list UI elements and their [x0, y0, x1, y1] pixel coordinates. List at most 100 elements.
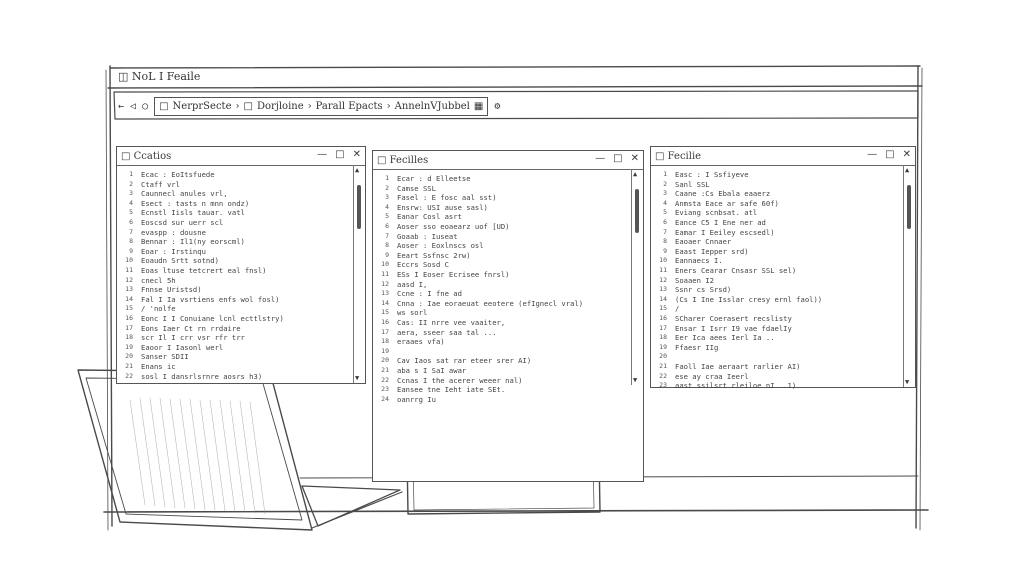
folder-icon: □: [243, 100, 253, 112]
line-number: 4: [385, 202, 389, 211]
maximize-icon[interactable]: □: [613, 153, 622, 164]
code-line: cnecl 5h: [141, 275, 176, 285]
line-number: 20: [659, 352, 667, 361]
line-number: 9: [663, 246, 667, 255]
maximize-icon[interactable]: □: [885, 149, 894, 160]
line-number: 10: [381, 260, 389, 269]
breadcrumb-item[interactable]: Parall Epacts: [316, 101, 383, 112]
line-number: 2: [663, 179, 667, 188]
scroll-thumb[interactable]: [357, 185, 361, 229]
maximize-icon[interactable]: □: [335, 149, 344, 160]
scrollbar[interactable]: ▲ ▼: [631, 169, 643, 385]
code-line: Fnnse Uristsd): [141, 285, 202, 295]
panel-title: Fecilles: [389, 154, 429, 166]
line-number: 1: [129, 170, 133, 178]
code-line: Esect : tasts n mnn ondz): [141, 198, 250, 208]
line-number: 19: [381, 346, 389, 355]
code-line: Ecar : d Elleetse: [397, 174, 471, 183]
scroll-thumb[interactable]: [907, 185, 911, 229]
window-title: NoL I Feaile: [131, 70, 201, 83]
code-line: Eer Ica aees Ierl Ia ..: [675, 333, 775, 343]
code-line: / 'nolfe: [141, 304, 176, 314]
code-line: scr Il I crr vsr rfr trr: [141, 333, 245, 343]
code-line: Ffaesr IIg: [675, 342, 719, 352]
breadcrumb-item[interactable]: AnnelnVJubbel: [395, 101, 470, 112]
line-number: 10: [125, 256, 133, 265]
code-line: Enans ic: [141, 362, 176, 371]
code-line: aast ssilsrt rleiloe nI ..1): [675, 381, 797, 391]
code-line: ws sorl: [397, 308, 428, 318]
chevron-up-icon[interactable]: ▲: [355, 166, 359, 174]
line-number: 21: [381, 366, 389, 374]
back-button[interactable]: ←: [118, 101, 124, 112]
code-line: Anmsta Eace ar safe 60f): [675, 198, 779, 208]
line-number: 11: [125, 266, 133, 274]
chevron-up-icon[interactable]: ▲: [905, 166, 909, 174]
line-number: 8: [129, 237, 133, 246]
line-number: 13: [659, 285, 667, 294]
line-number: 12: [659, 275, 667, 284]
line-number: 8: [663, 237, 667, 246]
line-number: 9: [129, 246, 133, 255]
line-number: 2: [129, 179, 133, 188]
gear-icon[interactable]: ⚙: [494, 101, 500, 112]
scroll-thumb[interactable]: [635, 189, 639, 233]
line-number: 21: [659, 362, 667, 370]
window-title-bar: ◫ NoL I Feaile: [118, 70, 200, 83]
panel-icon: □: [121, 150, 134, 162]
close-icon[interactable]: ✕: [631, 153, 639, 164]
close-icon[interactable]: ✕: [903, 149, 911, 160]
close-icon[interactable]: ✕: [353, 149, 361, 160]
code-line: Eannaecs I.: [675, 256, 723, 266]
refresh-button[interactable]: ○: [142, 101, 148, 112]
code-line: Sanl SSL: [675, 179, 710, 189]
line-number: 1: [385, 174, 389, 182]
line-number: 20: [125, 352, 133, 361]
line-number: 3: [385, 193, 389, 202]
code-line: ese ay craa Ieerl: [675, 371, 749, 381]
chevron-down-icon[interactable]: ▼: [355, 374, 359, 382]
line-number: 20: [381, 356, 389, 365]
code-line: Bennar : Il1(ny eorscml): [141, 237, 245, 247]
scrollbar[interactable]: ▲ ▼: [353, 165, 365, 383]
code-line: Ensrw: USI ause sasl): [397, 202, 488, 212]
line-number: 3: [663, 189, 667, 198]
line-number: 14: [381, 298, 389, 307]
line-number: 5: [129, 208, 133, 217]
line-number: 17: [125, 323, 133, 332]
panel-ccatios: □ Ccatios — □ ✕ 1 Ecac : EoItsfuede 2 Ctaf…: [116, 146, 366, 384]
chevron-down-icon[interactable]: ▼: [633, 376, 637, 384]
code-line: Eviang scnbsat. atl: [675, 208, 758, 218]
code-line: Caunnecl anules vrl,: [141, 189, 228, 199]
breadcrumb[interactable]: □ NerprSecte › □ Dorjloine › Parall Epac…: [154, 96, 489, 116]
line-number: 11: [659, 266, 667, 274]
code-line: Goaab : Iuseat: [397, 231, 458, 241]
breadcrumb-item[interactable]: Dorjloine: [257, 101, 304, 112]
code-line: Cnna : Iae eoraeuat eeotere (efIgnecl vr…: [397, 298, 584, 308]
minimize-icon[interactable]: —: [317, 149, 327, 160]
minimize-icon[interactable]: —: [867, 149, 877, 160]
minimize-icon[interactable]: —: [595, 153, 605, 164]
line-number: 4: [663, 198, 667, 207]
scrollbar[interactable]: ▲ ▼: [903, 165, 915, 387]
line-number: 4: [129, 198, 133, 207]
line-number: 14: [125, 294, 133, 303]
lock-icon: ▦: [473, 100, 484, 112]
code-line: Ecac : EoItsfuede: [141, 170, 215, 179]
code-line: Eaoaer Cnnaer: [675, 237, 732, 247]
forward-button[interactable]: ◁: [130, 101, 136, 112]
code-line: Ctaff vrl: [141, 179, 180, 189]
chevron-up-icon[interactable]: ▲: [633, 170, 637, 178]
code-line: Eoscsd sur uerr scl: [141, 218, 224, 227]
code-line: Eons Iaer Ct rn rrdaire: [141, 323, 241, 333]
line-number: 10: [659, 256, 667, 265]
line-number: 15: [125, 304, 133, 313]
breadcrumb-item[interactable]: NerprSecte: [173, 101, 232, 112]
line-number: 15: [659, 304, 667, 313]
chevron-right-icon: ›: [386, 100, 391, 112]
chevron-down-icon[interactable]: ▼: [905, 378, 909, 386]
line-number: 18: [125, 333, 133, 342]
line-number: 22: [381, 375, 389, 384]
code-line: Caane :Cs Ebala eaaerz: [675, 189, 771, 199]
code-line: Sanser SDII: [141, 352, 189, 362]
